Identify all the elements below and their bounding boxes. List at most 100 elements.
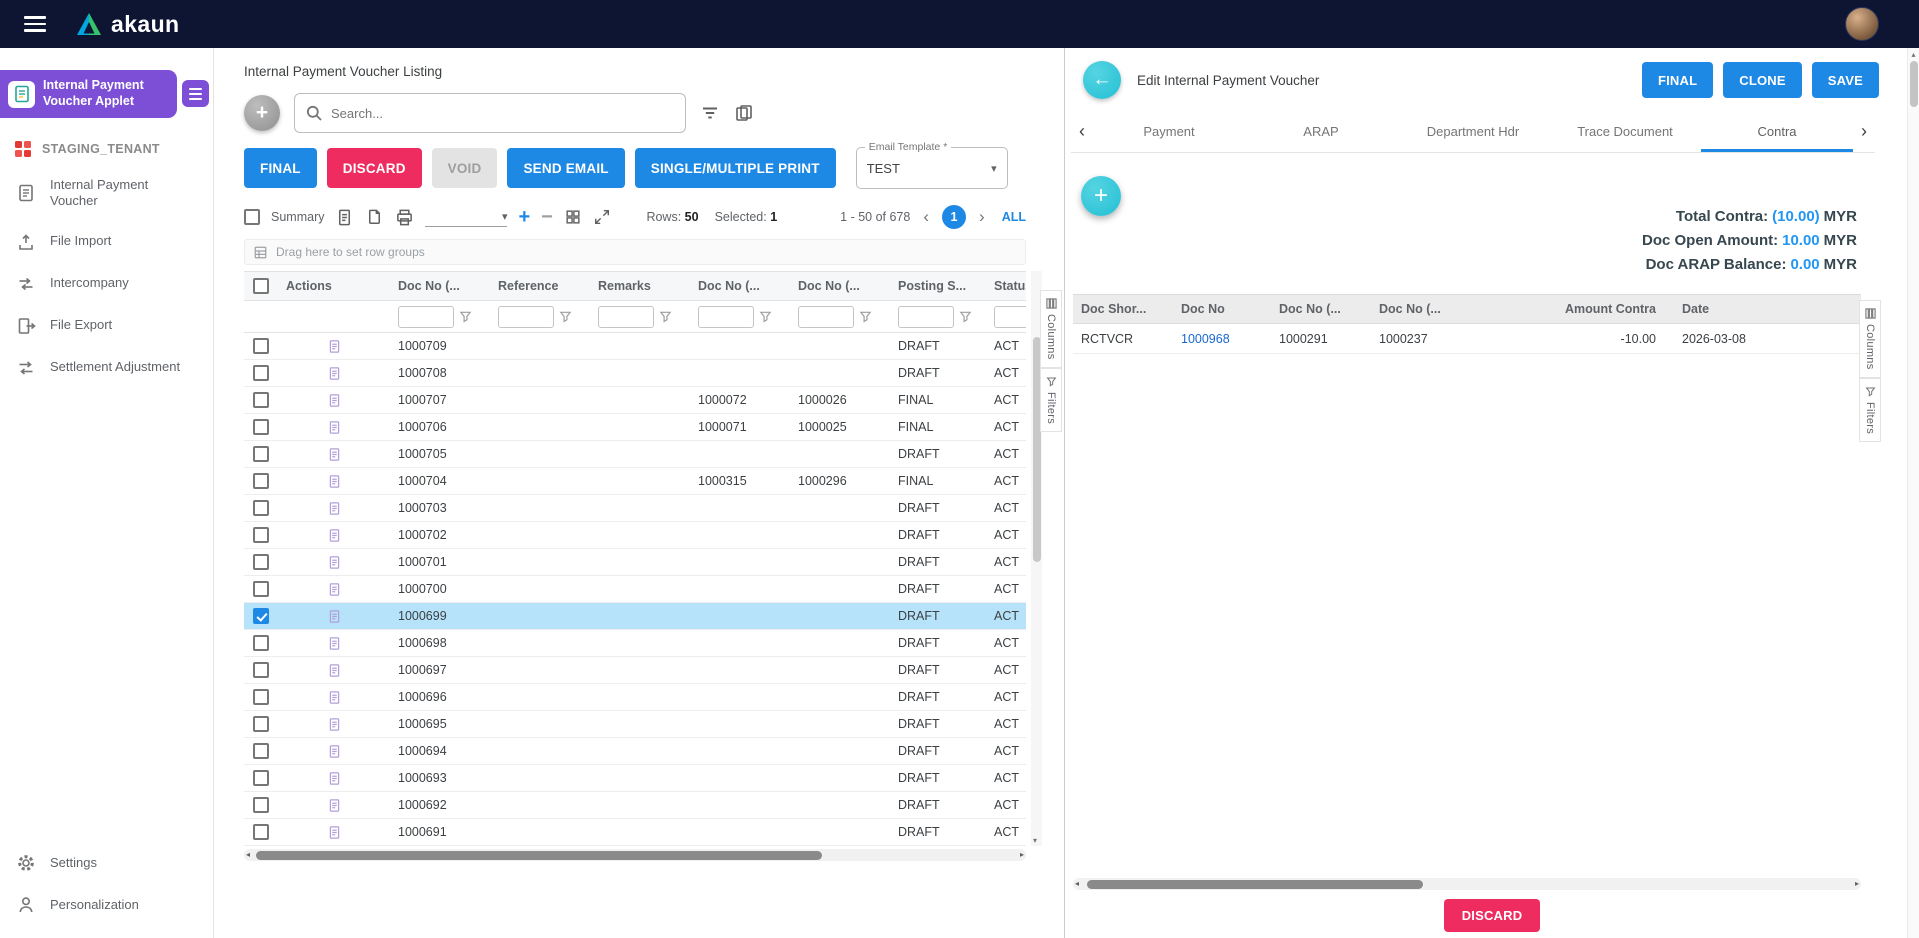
table-row[interactable]: 1000691 DRAFT ACT [244,819,1026,846]
row-checkbox[interactable] [253,527,269,543]
column-header[interactable]: Doc No (... [1371,295,1471,323]
menu-icon[interactable] [24,12,46,36]
final-button[interactable]: FINAL [244,148,317,188]
sidebar-item-intercompany[interactable]: Intercompany [0,263,213,305]
scroll-down-icon[interactable]: ▾ [1033,836,1037,845]
sidebar-item-settings[interactable]: Settings [0,842,213,884]
page-number-button[interactable]: 1 [942,205,967,229]
expand-icon[interactable] [593,208,611,226]
column-header[interactable]: Doc No [1173,295,1271,323]
table-row[interactable]: 1000704 1000315 1000296 FINAL ACT [244,468,1026,495]
status-filter-input[interactable] [994,305,1026,328]
page-prev-icon[interactable]: ‹ [921,207,931,227]
row-document-icon[interactable] [327,447,342,462]
row-document-icon[interactable] [327,663,342,678]
sidebar-item-settlement-adjustment[interactable]: Settlement Adjustment [0,347,213,389]
row-document-icon[interactable] [327,636,342,651]
scroll-right-icon[interactable]: ▸ [1855,879,1859,888]
send-email-button[interactable]: SEND EMAIL [507,148,625,188]
scroll-left-icon[interactable]: ◂ [246,850,250,859]
column-header[interactable]: Doc No (... [390,272,490,300]
row-document-icon[interactable] [327,798,342,813]
row-document-icon[interactable] [327,690,342,705]
tab[interactable]: ARAP [1245,111,1397,152]
column-header[interactable]: Amount Contra [1471,295,1666,323]
filters-side-tab[interactable]: Filters [1040,367,1062,432]
posting-status-filter-input[interactable] [898,305,954,328]
sidebar-item-file-export[interactable]: File Export [0,305,213,347]
table-row[interactable]: 1000700 DRAFT ACT [244,576,1026,603]
page-scrollbar[interactable]: ▴ [1907,48,1919,938]
print-icon[interactable] [395,208,414,227]
row-document-icon[interactable] [327,366,342,381]
discard-button[interactable]: DISCARD [326,148,422,188]
row-document-icon[interactable] [327,555,342,570]
search-box[interactable] [294,93,686,133]
print-button[interactable]: SINGLE/MULTIPLE PRINT [634,148,836,188]
tab[interactable]: Payment [1093,111,1245,152]
row-checkbox[interactable] [253,500,269,516]
column-header[interactable]: Doc No (... [690,272,790,300]
row-group-dropzone[interactable]: Drag here to set row groups [244,239,1026,265]
column-header[interactable]: Actions [278,272,390,300]
reference-filter-input[interactable] [498,305,554,328]
applet-menu-icon[interactable] [182,80,209,107]
row-document-icon[interactable] [327,528,342,543]
column-header[interactable]: Posting S... [890,272,986,300]
listing-horizontal-scrollbar[interactable]: ◂ ▸ [244,849,1026,861]
column-header[interactable]: Reference [490,272,590,300]
table-row[interactable]: 1000702 DRAFT ACT [244,522,1026,549]
tabs-scroll-right-icon[interactable]: › [1853,121,1875,142]
add-contra-button[interactable]: + [1081,176,1121,216]
back-button[interactable]: ← [1083,61,1121,99]
editor-clone-button[interactable]: CLONE [1723,62,1802,98]
brand-logo[interactable]: akaun [76,11,179,38]
table-row[interactable]: 1000709 DRAFT ACT [244,333,1026,360]
table-row[interactable]: 1000706 1000071 1000025 FINAL ACT [244,414,1026,441]
row-checkbox[interactable] [253,338,269,354]
row-document-icon[interactable] [327,582,342,597]
row-document-icon[interactable] [327,825,342,840]
column-header[interactable]: Status [986,272,1026,300]
table-row[interactable]: 1000697 DRAFT ACT [244,657,1026,684]
row-document-icon[interactable] [327,393,342,408]
tab[interactable]: Department Hdr [1397,111,1549,152]
row-document-icon[interactable] [327,501,342,516]
remarks-filter-input[interactable] [598,305,654,328]
column-header[interactable]: Doc No (... [790,272,890,300]
doc-no-3-filter-input[interactable] [798,305,854,328]
filter-funnel-icon[interactable] [459,310,472,323]
editor-final-button[interactable]: FINAL [1641,62,1714,98]
editor-discard-button[interactable]: DISCARD [1443,899,1541,932]
filters-side-tab[interactable]: Filters [1859,377,1881,442]
column-header[interactable]: Doc No (... [1271,295,1371,323]
filter-funnel-icon[interactable] [859,310,872,323]
grid-view-icon[interactable] [564,208,582,226]
table-row[interactable]: 1000693 DRAFT ACT [244,765,1026,792]
table-row[interactable]: 1000708 DRAFT ACT [244,360,1026,387]
search-input[interactable] [331,105,675,121]
row-document-icon[interactable] [327,609,342,624]
row-checkbox[interactable] [253,635,269,651]
show-all-button[interactable]: ALL [1002,210,1026,224]
column-header[interactable]: Date [1666,295,1806,323]
sidebar-item-personalization[interactable]: Personalization [0,884,213,926]
columns-side-tab[interactable]: Columns [1859,300,1881,378]
view-columns-icon[interactable] [734,103,754,123]
page-next-icon[interactable]: › [977,207,987,227]
row-document-icon[interactable] [327,420,342,435]
email-template-select[interactable]: Email Template * TEST ▾ [855,141,1008,189]
editor-save-button[interactable]: SAVE [1811,62,1879,98]
filter-list-icon[interactable] [700,103,720,123]
columns-side-tab[interactable]: Columns [1040,290,1062,368]
contra-row[interactable]: RCTVCR 1000968 1000291 1000237 -10.00 20… [1073,324,1861,354]
table-row[interactable]: 1000705 DRAFT ACT [244,441,1026,468]
scroll-up-icon[interactable]: ▴ [1911,50,1915,59]
sidebar-item-internal-payment-voucher[interactable]: Internal Payment Voucher [0,166,213,221]
filter-funnel-icon[interactable] [659,310,672,323]
editor-horizontal-scrollbar[interactable]: ◂ ▸ [1073,878,1861,890]
tenant-selector[interactable]: STAGING_TENANT [14,140,199,158]
doc-no-link[interactable]: 1000968 [1173,324,1271,353]
row-checkbox[interactable] [253,473,269,489]
table-row[interactable]: 1000701 DRAFT ACT [244,549,1026,576]
